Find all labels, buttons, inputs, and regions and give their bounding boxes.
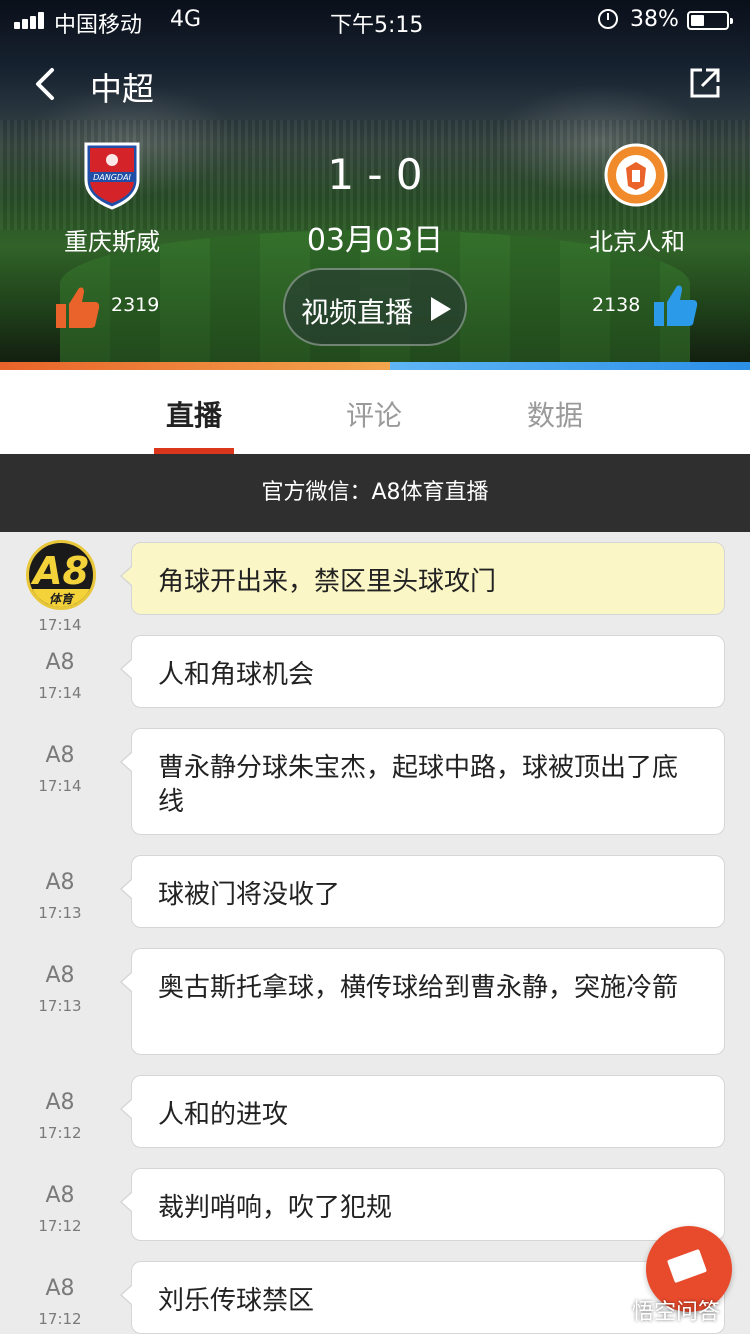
post-time: 17:14 [38, 777, 82, 795]
thumbs-up-icon[interactable] [52, 282, 104, 334]
post-author: A8 [45, 1090, 75, 1115]
match-score: 1 - 0 [327, 150, 423, 199]
post-author: A8 [45, 1276, 75, 1301]
avatar[interactable]: A8 体育 [26, 540, 96, 610]
play-icon [431, 297, 451, 321]
like-ratio-bar [0, 362, 750, 370]
status-bar: 中国移动 4G 下午5:15 38% [0, 0, 750, 40]
commentary-bubble: 人和的进攻 [120, 1075, 725, 1148]
post-author: A8 [45, 650, 75, 675]
post-author: A8 [45, 870, 75, 895]
alarm-clock-icon [598, 9, 618, 29]
post-time: 17:14 [38, 684, 82, 702]
battery-percent: 38% [630, 7, 679, 32]
video-live-button[interactable]: 视频直播 [283, 268, 467, 346]
commentary-bubble: 裁判哨响，吹了犯规 [120, 1168, 725, 1241]
tab-stats[interactable]: 数据 [515, 394, 595, 434]
tab-live[interactable]: 直播 [154, 394, 234, 434]
post-time: 17:13 [38, 997, 82, 1015]
post-time: 17:12 [38, 1124, 82, 1142]
tab-comments[interactable]: 评论 [334, 394, 414, 434]
commentary-bubble: 球被门将没收了 [120, 855, 725, 928]
post-time: 17:12 [38, 1217, 82, 1235]
video-live-label: 视频直播 [301, 296, 414, 329]
status-time: 下午5:15 [330, 13, 424, 38]
live-feed[interactable]: A8 体育 17:14 角球开出来，禁区里头球攻门 A8 17:14 人和角球机… [0, 532, 750, 1334]
share-external-icon[interactable] [688, 66, 722, 100]
commentary-bubble: 人和角球机会 [120, 635, 725, 708]
post-author: A8 [45, 963, 75, 988]
network-type: 4G [170, 7, 202, 32]
post-time: 17:14 [38, 616, 82, 634]
post-time: 17:12 [38, 1310, 82, 1328]
round-crest-icon[interactable] [604, 140, 668, 210]
carrier-name: 中国移动 [54, 13, 143, 38]
home-team-name: 重庆斯威 [64, 228, 160, 256]
league-title: 中超 [90, 70, 155, 108]
home-like-count: 2319 [111, 294, 160, 316]
wukong-logo-icon [598, 1296, 626, 1322]
commentary-bubble: 奥古斯托拿球，横传球给到曹永静，突施冷箭 [120, 948, 725, 1055]
official-wechat-notice: 官方微信：A8体育直播 [0, 454, 750, 532]
match-date: 03月03日 [306, 223, 444, 258]
watermark: 悟空问答 [598, 1290, 743, 1330]
signal-icon [14, 12, 46, 29]
post-author: A8 [45, 1183, 75, 1208]
shield-crest-icon[interactable]: DANGDAI [80, 140, 144, 210]
away-team-name: 北京人和 [589, 228, 685, 256]
tab-bar: 直播 评论 数据 [0, 370, 750, 454]
chevron-left-icon[interactable] [30, 66, 66, 102]
away-like-count: 2138 [592, 294, 641, 316]
commentary-bubble: 曹永静分球朱宝杰，起球中路，球被顶出了底线 [120, 728, 725, 835]
battery-icon [687, 11, 733, 30]
post-author: A8 [45, 743, 75, 768]
post-time: 17:13 [38, 904, 82, 922]
away-like-share [390, 362, 750, 370]
home-logo-text: DANGDAI [93, 173, 131, 182]
commentary-bubble: 角球开出来，禁区里头球攻门 [120, 542, 725, 615]
thumbs-up-icon[interactable] [650, 280, 702, 332]
match-header: 中国移动 4G 下午5:15 38% 中超 DANGDAI 重庆斯威 北京人和 … [0, 0, 750, 362]
home-like-share [0, 362, 390, 370]
